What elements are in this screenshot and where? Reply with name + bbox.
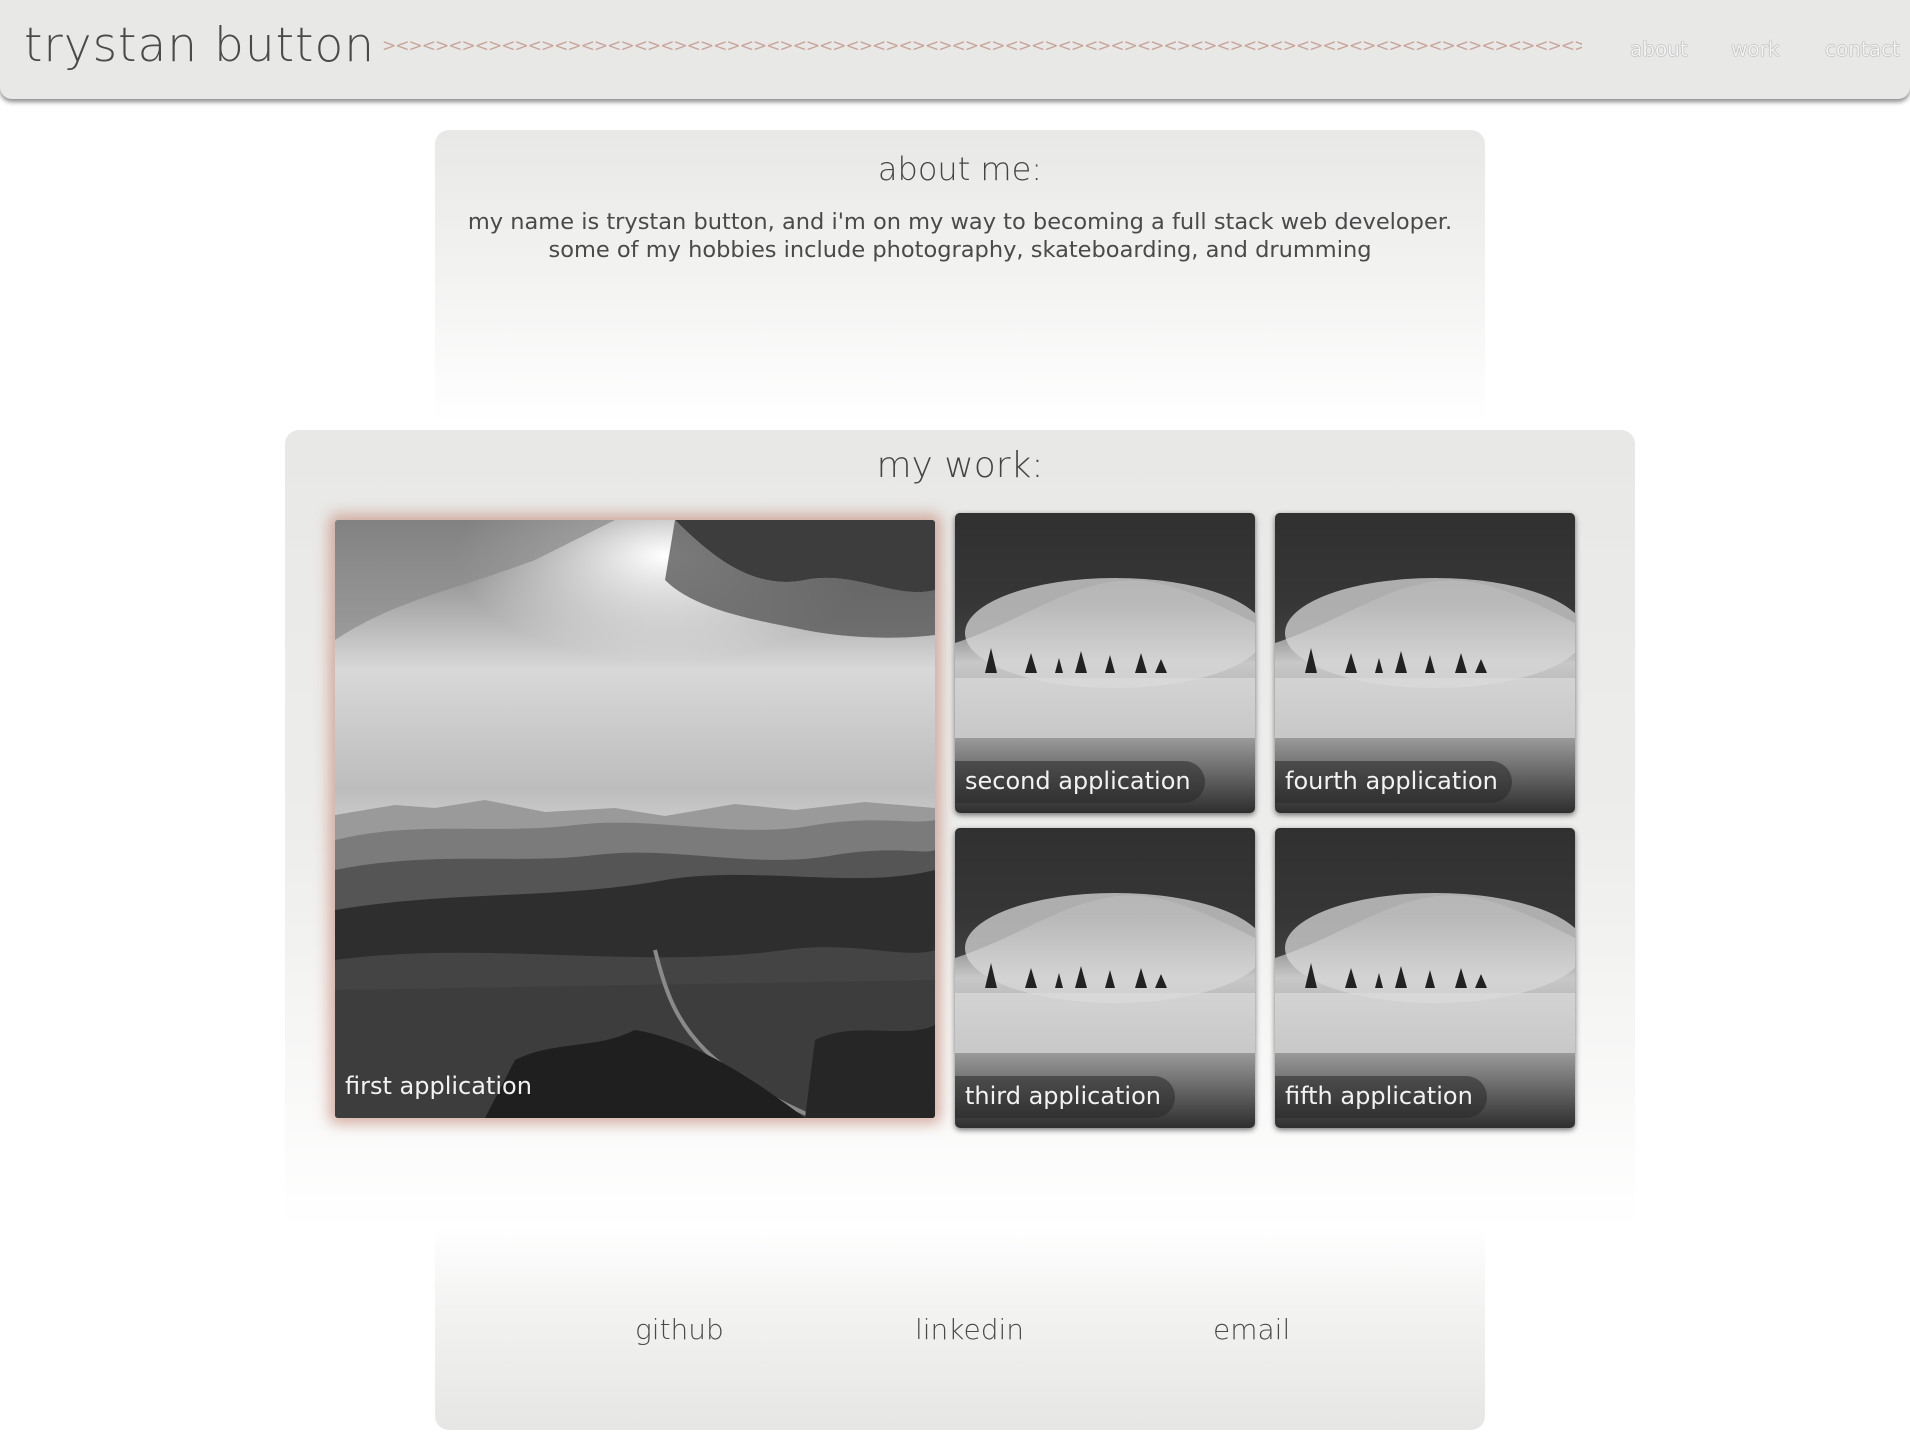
about-heading: about me: xyxy=(877,150,1043,188)
app-label-third: third application xyxy=(955,1076,1175,1118)
header-divider-pattern: ><><><><><><><><><><><><><><><><><><><><… xyxy=(382,36,1582,56)
nav-link-work[interactable]: work xyxy=(1731,37,1779,61)
work-section: my work: first application second applic… xyxy=(285,430,1635,1230)
app-label-second: second application xyxy=(955,761,1205,803)
github-link[interactable]: github xyxy=(635,1313,724,1346)
app-tile-first[interactable]: first application xyxy=(335,520,935,1118)
about-section: about me: my name is trystan button, and… xyxy=(435,130,1485,425)
nav-link-contact[interactable]: contact xyxy=(1825,37,1900,61)
app-label-first: first application xyxy=(345,1072,532,1100)
about-description: my name is trystan button, and i'm on my… xyxy=(435,208,1485,264)
site-title: trystan button xyxy=(24,18,376,73)
app-tile-second[interactable]: second application xyxy=(955,513,1255,813)
email-link[interactable]: email xyxy=(1213,1313,1290,1346)
app-tile-third[interactable]: third application xyxy=(955,828,1255,1128)
app-tile-fifth[interactable]: fifth application xyxy=(1275,828,1575,1128)
app-label-fifth: fifth application xyxy=(1275,1076,1487,1118)
app-label-fourth: fourth application xyxy=(1275,761,1512,803)
app-tile-fourth[interactable]: fourth application xyxy=(1275,513,1575,813)
nav-link-about[interactable]: about xyxy=(1630,37,1688,61)
mountain-landscape-photo xyxy=(335,520,935,1118)
contact-section: github linkedin email xyxy=(435,1225,1485,1430)
work-heading: my work: xyxy=(876,445,1044,486)
about-line-2: some of my hobbies include photography, … xyxy=(548,237,1372,263)
about-line-1: my name is trystan button, and i'm on my… xyxy=(467,209,1453,235)
site-header: trystan button ><><><><><><><><><><><><>… xyxy=(0,0,1910,99)
linkedin-link[interactable]: linkedin xyxy=(915,1313,1024,1346)
